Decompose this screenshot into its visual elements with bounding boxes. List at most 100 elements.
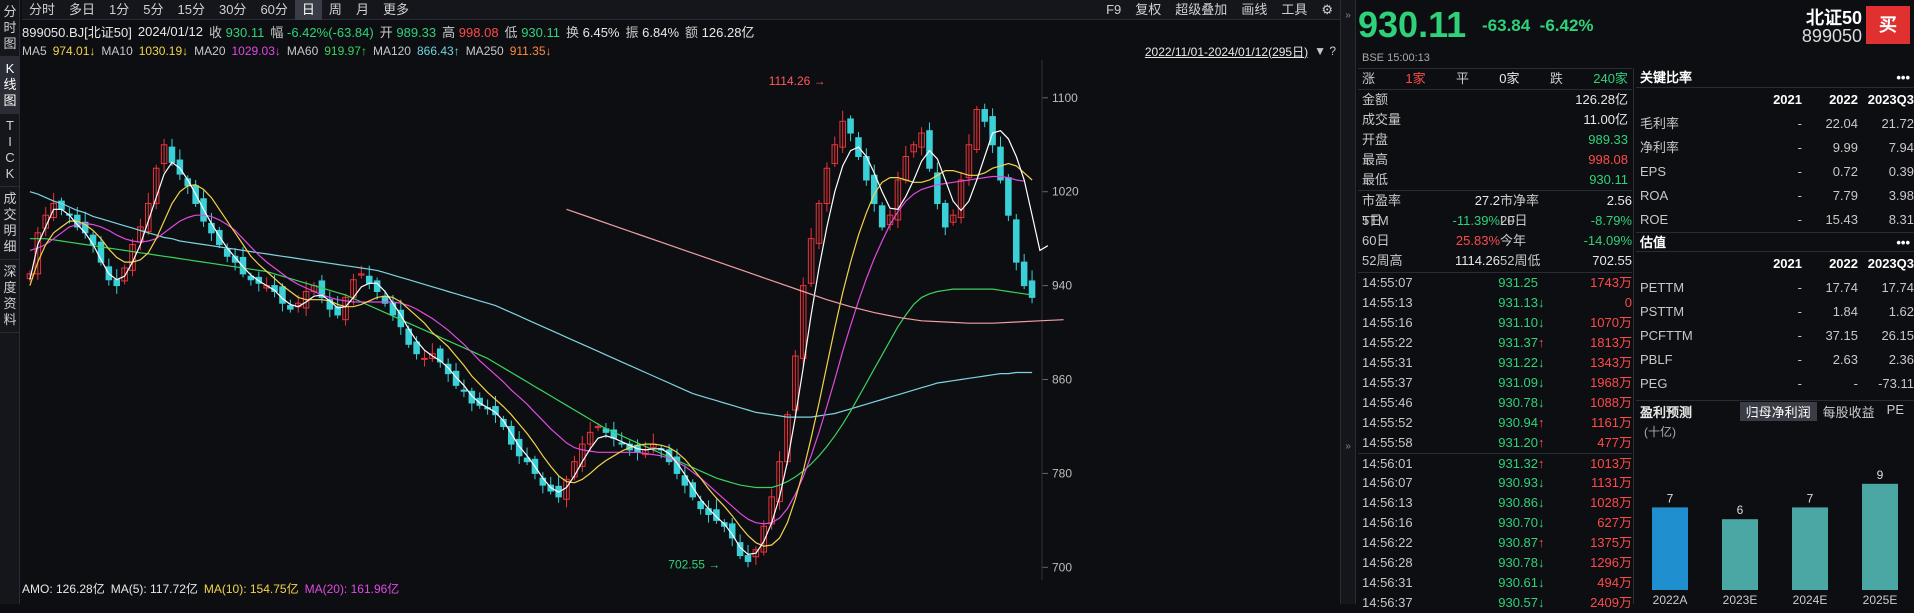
period-tab-3[interactable]: 5分 xyxy=(136,0,170,20)
tick-row[interactable]: 14:56:31 930.61 ↓ 494万 xyxy=(1358,573,1632,593)
kline-chart[interactable]: 1100 1020 940 860 780 700 1114.26 → 702.55 → xyxy=(22,60,1340,580)
tick-row[interactable]: 14:55:58 931.20 ↑ 477万 xyxy=(1358,433,1632,453)
kline-svg[interactable]: 1100 1020 940 860 780 700 1114.26 → 702.55 → xyxy=(22,60,1340,580)
tick-amount: 1131万 xyxy=(1591,475,1632,490)
period-tab-8[interactable]: 周 xyxy=(322,0,349,20)
tick-row[interactable]: 14:55:07 931.25 1743万 xyxy=(1358,273,1632,293)
ma120-label: MA120 xyxy=(372,44,411,58)
leftnav-item-2[interactable]: TICK xyxy=(0,114,20,187)
period-tab-4[interactable]: 15分 xyxy=(171,0,212,20)
forecast-tab-0[interactable]: 归母净利润 xyxy=(1739,401,1817,421)
leftnav-item-1[interactable]: K线图 xyxy=(0,57,20,114)
toolbar-action-4[interactable]: 工具 xyxy=(1274,0,1314,20)
key-ratios-title: 关键比率 xyxy=(1640,70,1693,85)
tick-row[interactable]: 14:56:37 930.57 ↓ 2409万 xyxy=(1358,593,1632,613)
tick-arrow-icon: ↑ xyxy=(1538,435,1545,450)
period-tab-1[interactable]: 多日 xyxy=(62,0,102,20)
tick-row[interactable]: 14:56:22 930.87 ↑ 1375万 xyxy=(1358,533,1632,553)
low-label: 低 xyxy=(504,24,518,40)
change-value: -63.84 xyxy=(1482,16,1531,35)
tick-amount: 477万 xyxy=(1597,435,1632,450)
tick-row[interactable]: 14:56:01 931.32 ↑ 1013万 xyxy=(1358,453,1632,473)
date-range[interactable]: 2022/11/01-2024/01/12(295日) xyxy=(1145,43,1308,60)
ratio-header-cell xyxy=(1640,88,1744,112)
tick-row[interactable]: 14:55:46 930.78 ↓ 1088万 xyxy=(1358,393,1632,413)
candle xyxy=(239,256,247,275)
tick-row[interactable]: 14:55:52 930.94 ↑ 1161万 xyxy=(1358,413,1632,433)
exchange: BSE xyxy=(1362,52,1385,64)
forecast-tab-1[interactable]: 每股收益 xyxy=(1817,402,1881,421)
candle xyxy=(941,202,949,228)
toolbar-action-2[interactable]: 超级叠加 xyxy=(1168,0,1234,20)
period-tab-2[interactable]: 1分 xyxy=(102,0,136,20)
buy-button[interactable]: 买 xyxy=(1866,6,1910,44)
forecast-tab-2[interactable]: PE xyxy=(1881,402,1910,421)
y-tick-label: 700 xyxy=(1052,560,1072,574)
range-dropdown-icon[interactable]: ▼ ? xyxy=(1314,44,1336,58)
tick-row[interactable]: 14:55:37 931.09 ↓ 1968万 xyxy=(1358,373,1632,393)
stat-value: 11.00亿 xyxy=(1583,112,1628,127)
amo-row: AMO: 126.28亿 MA(5): 117.72亿 MA(10): 154.… xyxy=(22,580,399,598)
panel-collapse-strip[interactable]: » » xyxy=(1340,0,1356,604)
period-tab-6[interactable]: 60分 xyxy=(253,0,294,20)
amo-ma10: MA(10): 154.75亿 xyxy=(203,582,299,596)
tick-row[interactable]: 14:55:31 931.22 ↓ 1343万 xyxy=(1358,353,1632,373)
collapse-top-icon[interactable]: » xyxy=(1341,10,1355,21)
leftnav-item-0[interactable]: 分时图 xyxy=(0,0,20,57)
candle xyxy=(926,130,933,169)
tick-row[interactable]: 14:55:16 931.10 ↓ 1070万 xyxy=(1358,313,1632,333)
leftnav-item-4[interactable]: 深度资料 xyxy=(0,260,20,333)
tick-time: 14:55:52 xyxy=(1362,415,1413,430)
amp-label: 幅 xyxy=(270,24,284,40)
candle xyxy=(508,425,515,445)
tick-price: 930.93 xyxy=(1498,475,1538,490)
toolbar-action-1[interactable]: 复权 xyxy=(1128,0,1168,20)
y-tick-label: 1100 xyxy=(1052,91,1078,105)
forecast-bar-value: 7 xyxy=(1667,491,1674,505)
tick-row[interactable]: 14:56:16 930.70 ↓ 627万 xyxy=(1358,513,1632,533)
flat-label: 平 xyxy=(1455,71,1469,86)
period-tab-10[interactable]: 更多 xyxy=(376,0,416,20)
stat-value: 998.08 xyxy=(1588,152,1628,167)
toolbar-action-3[interactable]: 画线 xyxy=(1234,0,1274,20)
key-ratios-more-icon[interactable]: ••• xyxy=(1896,68,1910,87)
tick-row[interactable]: 14:56:28 930.78 ↓ 1296万 xyxy=(1358,553,1632,573)
tick-price: 930.86 xyxy=(1498,495,1538,510)
period-tab-5[interactable]: 30分 xyxy=(212,0,253,20)
ratio-cell: 0.39 xyxy=(1888,164,1914,179)
ratio-cell: - xyxy=(1853,376,1858,391)
valuation-more-icon[interactable]: ••• xyxy=(1896,233,1910,251)
amp-value: -6.42%(-63.84) xyxy=(287,24,374,40)
tick-time: 14:55:07 xyxy=(1362,275,1413,290)
tick-price: 930.94 xyxy=(1498,415,1538,430)
stat-grid-row: 52周高 1114.26 52周低 702.55 xyxy=(1358,251,1632,271)
turnover-value: 6.45% xyxy=(582,24,620,40)
stat-label: 成交量 xyxy=(1362,112,1402,127)
tick-row[interactable]: 14:56:07 930.93 ↓ 1131万 xyxy=(1358,473,1632,493)
ratio-cell: 1.84 xyxy=(1832,304,1858,319)
period-tab-7[interactable]: 日 xyxy=(294,0,322,20)
tick-row[interactable]: 14:56:13 930.86 ↓ 1028万 xyxy=(1358,493,1632,513)
tick-time: 14:55:13 xyxy=(1362,295,1413,310)
forecast-bar-value: 7 xyxy=(1807,491,1814,505)
toolbar-action-0[interactable]: F9 xyxy=(1099,0,1128,20)
tick-price: 931.32 xyxy=(1498,456,1538,471)
tick-list[interactable]: 14:55:07 931.25 1743万 14:55:13 931.13 ↓ 0 14:55… xyxy=(1358,272,1632,613)
tick-price: 931.13 xyxy=(1498,295,1538,310)
period-tab-9[interactable]: 月 xyxy=(349,0,376,20)
tick-arrow-icon: ↓ xyxy=(1538,355,1545,370)
stat-value: 989.33 xyxy=(1588,132,1628,147)
ma60-value: 919.97↑ xyxy=(324,44,367,58)
collapse-mid-icon[interactable]: » xyxy=(1341,441,1355,452)
tick-row[interactable]: 14:55:13 931.13 ↓ 0 xyxy=(1358,293,1632,313)
ratio-cell: 21.72 xyxy=(1881,116,1914,131)
forecast-bar xyxy=(1722,519,1758,590)
settings-icon[interactable]: ⚙ xyxy=(1314,0,1340,20)
code-name: 899050.BJ[北证50] xyxy=(22,24,132,40)
period-tab-0[interactable]: 分时 xyxy=(22,0,62,20)
ma250-label: MA250 xyxy=(465,44,504,58)
stat-label: 52周高 xyxy=(1362,253,1403,268)
tick-row[interactable]: 14:55:22 931.37 ↑ 1813万 xyxy=(1358,333,1632,353)
ma60-line xyxy=(29,238,1033,489)
leftnav-item-3[interactable]: 成交明细 xyxy=(0,187,20,260)
